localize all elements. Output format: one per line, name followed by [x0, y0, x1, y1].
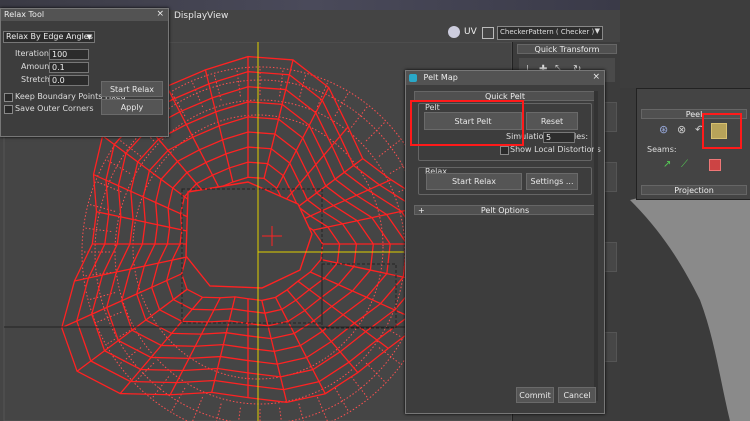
quick-transform-title: Quick Transform — [534, 45, 600, 54]
show-local-label: Show Local Distortions — [510, 145, 601, 154]
max-logo-icon — [409, 73, 417, 82]
start-pelt-highlight — [410, 100, 524, 146]
projection-label: Projection — [674, 186, 714, 195]
pelt-map-icon-highlight — [702, 113, 742, 149]
chevron-down-icon: ▼ — [86, 33, 92, 41]
pelt-map-scrollbar[interactable] — [594, 91, 598, 401]
pelt-map-titlebar: Pelt Map — [406, 71, 604, 85]
relax-method-dropdown[interactable]: Relax By Edge Angles ▼ — [3, 31, 95, 43]
point-to-point-seam-icon[interactable]: ⟋ — [681, 159, 688, 170]
quick-peel-icon[interactable]: ⊛ — [659, 123, 668, 136]
amount-field[interactable]: 0.1 — [49, 62, 89, 73]
cancel-button[interactable]: Cancel — [558, 387, 596, 403]
peel-title: Peel — [685, 110, 703, 119]
sim-samples-field[interactable]: 5 — [543, 132, 575, 143]
edge-select-seam-icon[interactable]: ↗ — [663, 159, 671, 170]
pelt-map-title: Pelt Map — [423, 73, 458, 82]
edit-uvw-menubar: Display View — [168, 10, 620, 25]
stretch-field[interactable]: 0.0 — [49, 75, 89, 86]
edge-to-seam-icon[interactable] — [709, 159, 721, 171]
relax-settings-button[interactable]: Settings ... — [526, 173, 578, 190]
relax-tool-title: Relax Tool — [1, 9, 168, 21]
pelt-options-label: Pelt Options — [480, 206, 530, 215]
reset-button[interactable]: Reset — [526, 112, 578, 130]
quick-transform-rollout[interactable]: Quick Transform — [517, 44, 617, 54]
chevron-down-icon: ▼ — [594, 27, 600, 35]
perspective-viewport[interactable] — [620, 0, 750, 421]
stretch-label: Stretch: — [21, 75, 53, 84]
commit-button[interactable]: Commit — [516, 387, 554, 403]
lscm-icon[interactable]: ⊗ — [677, 123, 686, 136]
relax-apply-button[interactable]: Apply — [101, 99, 163, 115]
texture-dropdown[interactable]: CheckerPattern ( Checker ) ▼ — [497, 26, 603, 40]
texture-dropdown-value: CheckerPattern ( Checker ) — [500, 28, 595, 36]
expand-plus-icon: + — [418, 206, 425, 215]
seams-label: Seams: — [647, 145, 677, 154]
save-corners-label: Save Outer Corners — [15, 104, 94, 113]
show-local-checkbox[interactable] — [500, 146, 509, 155]
uv-label: UV — [464, 27, 477, 37]
uvw-logo-icon[interactable] — [448, 26, 460, 38]
uv-grid-icon[interactable] — [482, 27, 494, 39]
keep-boundary-checkbox[interactable] — [4, 93, 13, 102]
menu-display[interactable]: Display — [174, 11, 207, 21]
model-shape — [620, 0, 750, 421]
relax-tool-dialog: Relax Tool × Relax By Edge Angles ▼ Iter… — [0, 8, 169, 137]
close-icon[interactable]: × — [592, 72, 600, 82]
menu-view[interactable]: View — [207, 11, 228, 21]
projection-rollout[interactable]: Projection — [641, 185, 747, 195]
relax-method-value: Relax By Edge Angles — [6, 32, 93, 41]
edit-uvw-toolbar: UV CheckerPattern ( Checker ) ▼ — [168, 24, 620, 43]
iterations-field[interactable]: 100 — [49, 49, 89, 60]
save-corners-checkbox[interactable] — [4, 105, 13, 114]
pelt-options-rollout[interactable]: + Pelt Options — [414, 205, 596, 215]
pelt-start-relax-button[interactable]: Start Relax — [426, 173, 522, 190]
relax-start-button[interactable]: Start Relax — [101, 81, 163, 97]
close-icon[interactable]: × — [156, 9, 164, 19]
